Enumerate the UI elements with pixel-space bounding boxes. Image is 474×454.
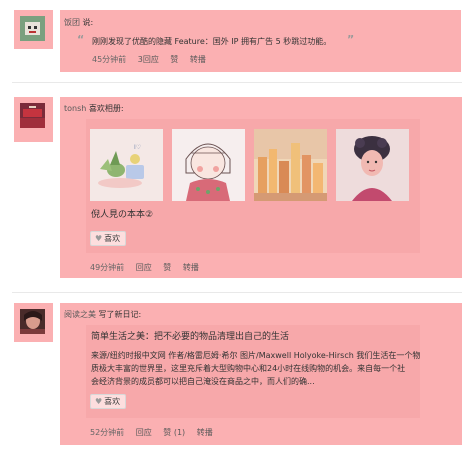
user-link[interactable]: tonsh (64, 104, 86, 113)
photo-portrait (336, 129, 409, 201)
action-text: 说: (82, 18, 94, 27)
meta-bar: 52分钟前 回应 赞 (1) 转播 (90, 427, 222, 439)
svg-text:I♡: I♡ (134, 144, 141, 151)
like-album-label: 喜欢 (104, 234, 121, 243)
album-photo-4[interactable] (336, 129, 409, 201)
activity-header: 饭团 说: (64, 17, 93, 29)
open-quote-icon: “ (77, 33, 85, 46)
avatar-yuedu[interactable] (14, 303, 53, 342)
avatar-image (20, 16, 45, 41)
heart-icon: ♥ (95, 234, 103, 243)
status-text: 刚刚发现了优酷的隐藏 Feature：国外 IP 拥有广告 5 秒跳过功能。 (92, 37, 332, 46)
note-title[interactable]: 简单生活之美：把不必要的物品清理出自己的生活 (91, 331, 289, 343)
avatar-tonsh[interactable] (14, 97, 53, 142)
like-note-button[interactable]: ♥ 喜欢 (90, 394, 126, 409)
meta-bar: 45分钟前 3回应 赞 转播 (92, 54, 215, 66)
timestamp: 49分钟前 (90, 263, 125, 272)
album-title[interactable]: 倪人見の本本② (91, 209, 153, 221)
user-link[interactable]: 饭团 (64, 18, 80, 27)
activity-header: tonsh 喜欢相册: (64, 103, 124, 115)
photo-girl (172, 129, 245, 201)
heart-icon: ♥ (95, 397, 103, 406)
reply-link[interactable]: 回应 (136, 428, 152, 437)
avatar-fantuan[interactable] (14, 10, 53, 49)
like-link[interactable]: 赞 (1) (163, 428, 185, 437)
album-photo-3[interactable] (254, 129, 327, 201)
share-link[interactable]: 转播 (190, 55, 206, 64)
reply-link[interactable]: 3回应 (138, 55, 159, 64)
like-link[interactable]: 赞 (170, 55, 178, 64)
divider (12, 82, 462, 83)
divider (12, 292, 462, 293)
user-link[interactable]: 阅读之美 (64, 310, 96, 319)
note-excerpt-line-1: 来源/纽约时报中文网 作者/格雷厄姆·希尔 图片/Maxwell Holyoke… (91, 351, 421, 360)
timestamp: 45分钟前 (92, 55, 127, 64)
timestamp: 52分钟前 (90, 428, 125, 437)
avatar-image (20, 103, 45, 128)
note-excerpt-line-3: 会经济背景的成员都可以把自己淹没在商品之中，而人们的确... (91, 377, 315, 386)
close-quote-icon: ” (347, 33, 355, 46)
like-note-label: 喜欢 (104, 397, 121, 406)
like-album-button[interactable]: ♥ 喜欢 (90, 231, 126, 246)
action-text: 喜欢相册: (88, 104, 124, 113)
note-excerpt-line-2: 质极大丰富的世界里，这里充斥着大型购物中心和24小时在线购物的机会。来自每一个社 (91, 364, 406, 373)
avatar-image (20, 309, 45, 334)
album-photo-1[interactable]: I♡ (90, 129, 163, 201)
action-text: 写了新日记: (98, 310, 142, 319)
album-photo-2[interactable] (172, 129, 245, 201)
like-link[interactable]: 赞 (163, 263, 171, 272)
photo-skyline (254, 129, 327, 201)
share-link[interactable]: 转播 (183, 263, 199, 272)
meta-bar: 49分钟前 回应 赞 转播 (90, 262, 208, 274)
activity-header: 阅读之美 写了新日记: (64, 309, 141, 321)
reply-link[interactable]: 回应 (136, 263, 152, 272)
photo-still-life: I♡ (90, 129, 163, 201)
share-link[interactable]: 转播 (197, 428, 213, 437)
